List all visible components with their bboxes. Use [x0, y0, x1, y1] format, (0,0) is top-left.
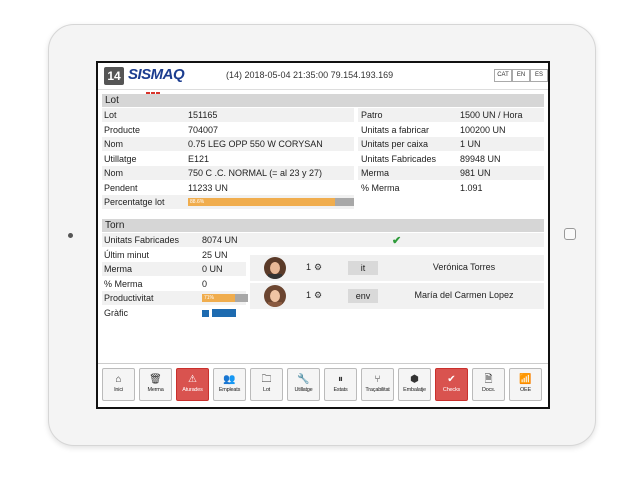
branch-icon: ⑂: [374, 374, 381, 385]
lot-value: 151165: [188, 110, 218, 120]
torn-section-header: Torn: [102, 219, 544, 232]
operator-count: 1: [306, 290, 312, 300]
document-icon: 🗎: [484, 374, 493, 385]
pendent-label: Pendent: [104, 183, 138, 193]
lang-es-button[interactable]: ES: [530, 69, 548, 82]
unitats-per-caixa-label: Unitats per caixa: [361, 139, 429, 149]
graph-bar: [212, 309, 236, 317]
merma-value: 981 UN: [460, 168, 491, 178]
avatar-icon: [264, 257, 286, 279]
nom-utillatge-value: 750 C .C. NORMAL (= al 23 y 27): [188, 168, 322, 178]
operator-row: 1 ⚙ env María del Carmen Lopez: [250, 283, 544, 309]
inici-button[interactable]: ⌂ Inici: [102, 368, 135, 401]
aturades-button[interactable]: ⚠ Aturades: [176, 368, 209, 401]
sismaq-logo: SISMAQ: [128, 66, 185, 83]
torn-unitats-value: 8074 UN: [202, 235, 238, 245]
nom-label: Nom: [104, 139, 124, 149]
patro-value: 1500 UN / Hora: [460, 110, 523, 120]
unitats-fabricades-value: 89948 UN: [460, 154, 501, 164]
torn-unitats-label: Unitats Fabricades: [104, 235, 180, 245]
lang-en-button[interactable]: EN: [512, 69, 530, 82]
trash-icon: 🗑: [149, 374, 162, 385]
lot-progress-fill: 88.6%: [188, 198, 336, 206]
users-icon: 👥: [223, 374, 236, 385]
lot-row: [102, 108, 354, 122]
productivitat-label: Productivitat: [104, 293, 154, 303]
merma-button[interactable]: 🗑 Merma: [139, 368, 172, 401]
avatar-icon: [264, 285, 286, 307]
operator-name: Verónica Torres: [432, 262, 496, 272]
estats-button[interactable]: ⏸ Estats: [324, 368, 357, 401]
oee-button[interactable]: 📶 OEE: [509, 368, 542, 401]
empleats-button[interactable]: 👥 Empleats: [213, 368, 246, 401]
ultim-minut-label: Últim minut: [104, 250, 150, 260]
productivity-text: 71%: [204, 295, 215, 301]
bottom-toolbar: ⌂ Inici 🗑 Merma ⚠ Aturades 👥 Empleats 🗀 …: [98, 363, 548, 407]
operator-row: 1 ⚙ it Verónica Torres: [250, 255, 544, 281]
percent-merma-value: 1.091: [460, 183, 483, 193]
unitats-a-fabricar-label: Unitats a fabricar: [361, 125, 430, 135]
ultim-minut-value: 25 UN: [202, 250, 228, 260]
nom-utillatge-label: Nom: [104, 168, 124, 178]
header-info: (14) 2018-05-04 21:35:00 79.154.193.169: [226, 70, 394, 80]
gears-icon: ⚙: [314, 262, 323, 272]
torn-merma-label: Merma: [104, 264, 133, 274]
producte-value: 704007: [188, 125, 219, 135]
lang-cat-button[interactable]: CAT: [494, 69, 512, 82]
app-screen: 14 SISMAQ (14) 2018-05-04 21:35:00 79.15…: [96, 61, 550, 409]
home-icon: ⌂: [115, 374, 122, 385]
lot-section-header: Lot: [102, 94, 544, 107]
check-circle-icon: ✔: [447, 374, 456, 385]
embalatje-button[interactable]: ⬢ Embalatje: [398, 368, 431, 401]
nom-value: 0.75 LEG OPP 550 W CORYSAN: [188, 139, 323, 149]
unitats-per-caixa-value: 1 UN: [460, 139, 481, 149]
producte-label: Producte: [104, 125, 141, 135]
percentatge-lot-label: Percentatge lot: [104, 197, 165, 207]
operator-name: María del Carmen Lopez: [414, 290, 514, 300]
lot-progress-bar: 88.6%: [188, 198, 354, 206]
wrench-icon: 🔧: [297, 374, 310, 385]
tracabilitat-button[interactable]: ⑂ Traçabilitat: [361, 368, 394, 401]
utillatge-button[interactable]: 🔧 Utillatge: [287, 368, 320, 401]
torn-percent-merma-value: 0: [202, 279, 208, 289]
percent-merma-label: % Merma: [361, 183, 400, 193]
merma-label: Merma: [361, 168, 390, 178]
box-icon: ⬢: [410, 374, 419, 385]
gears-icon: ⚙: [314, 290, 323, 300]
pause-icon: ⏸: [338, 374, 343, 385]
folder-icon: 🗀: [261, 374, 272, 385]
check-icon: ✔: [392, 235, 402, 247]
lot-progress-text: 88.6%: [190, 199, 205, 205]
unitats-a-fabricar-value: 100200 UN: [460, 125, 506, 135]
machine-id-badge: 14: [104, 67, 124, 85]
productivity-bar: 71%: [202, 294, 248, 302]
lot-label: Lot: [104, 110, 117, 120]
avatar: [264, 257, 286, 279]
utillatge-label: Utillatge: [104, 154, 137, 164]
productivity-fill: 71%: [202, 294, 235, 302]
operator-code: it: [348, 261, 378, 275]
lot-button[interactable]: 🗀 Lot: [250, 368, 283, 401]
checks-button[interactable]: ✔ Checks: [435, 368, 468, 401]
grafic-label: Gràfic: [104, 308, 129, 318]
camera-icon: [68, 233, 73, 238]
signal-bars-icon: 📶: [519, 374, 532, 385]
unitats-fabricades-label: Unitats Fabricades: [361, 154, 437, 164]
warning-icon: ⚠: [188, 374, 197, 385]
pendent-value: 11233 UN: [188, 183, 228, 193]
torn-percent-merma-label: % Merma: [104, 279, 143, 289]
header-bar: 14 SISMAQ (14) 2018-05-04 21:35:00 79.15…: [98, 63, 548, 95]
home-button[interactable]: [564, 228, 576, 240]
patro-label: Patro: [361, 110, 383, 120]
torn-merma-value: 0 UN: [202, 264, 223, 274]
graph-bar: [202, 310, 209, 317]
avatar: [264, 285, 286, 307]
utillatge-value: E121: [188, 154, 210, 164]
operator-count: 1: [306, 262, 312, 272]
operator-code: env: [348, 289, 378, 303]
docs-button[interactable]: 🗎 Docs.: [472, 368, 505, 401]
